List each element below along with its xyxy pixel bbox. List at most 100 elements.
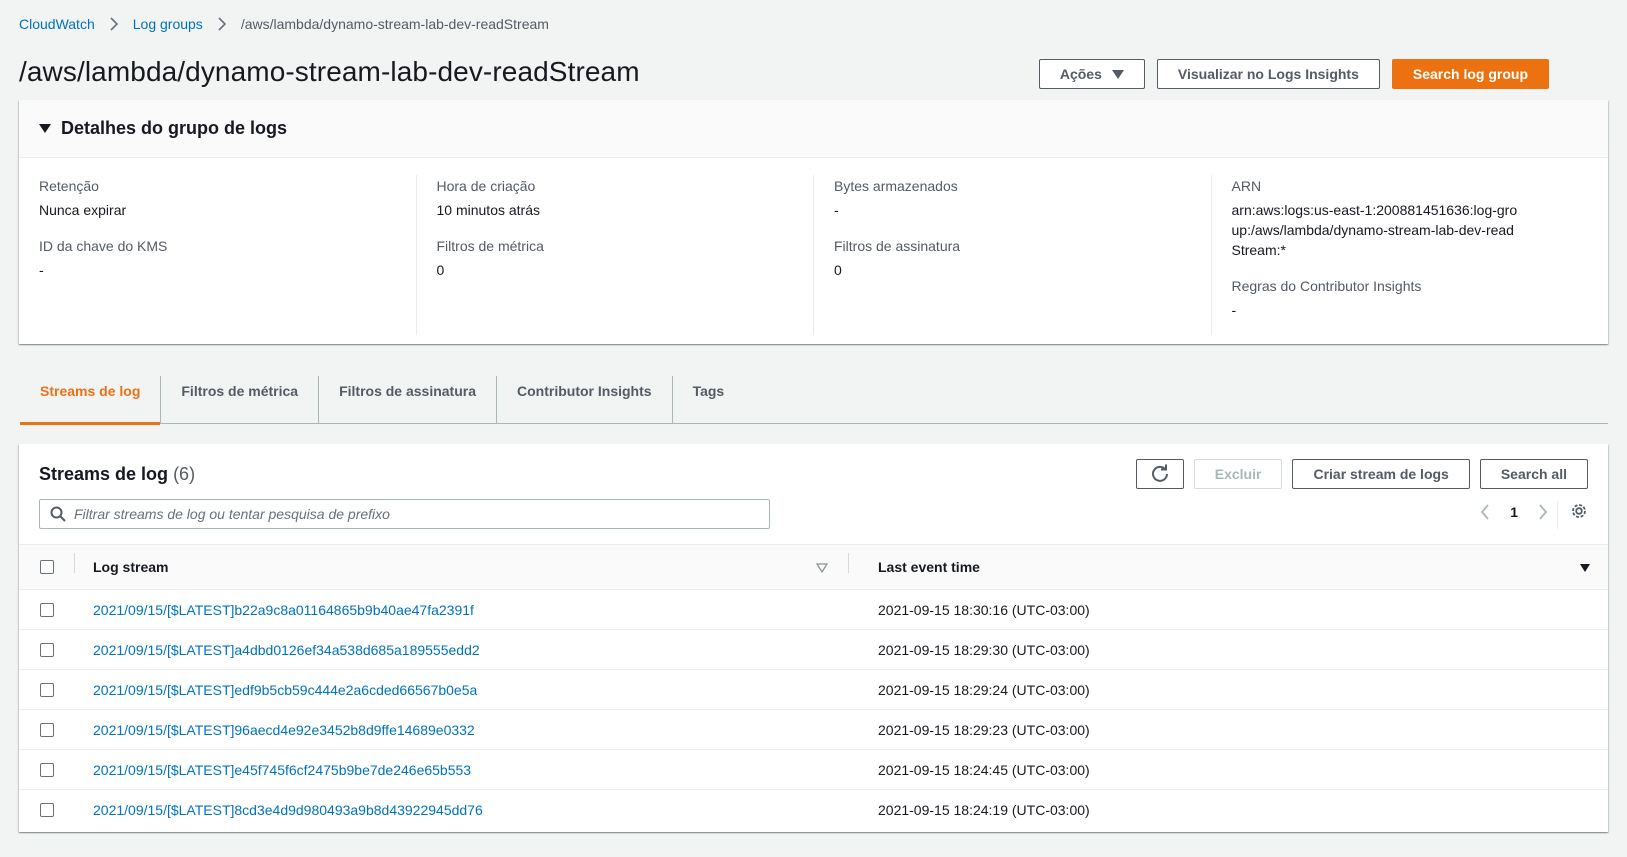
search-all-button[interactable]: Search all [1479,459,1588,489]
table-row[interactable]: 2021/09/15/[$LATEST]b22a9c8a01164865b9b4… [19,590,1608,630]
filter-streams-search[interactable] [39,499,770,529]
actions-dropdown-button[interactable]: Ações [1038,59,1145,89]
column-header-log-stream[interactable]: Log stream [74,553,848,575]
details-header[interactable]: Detalhes do grupo de logs [19,100,1608,158]
row-checkbox[interactable] [39,682,54,697]
page-title: /aws/lambda/dynamo-stream-lab-dev-readSt… [19,56,640,87]
last-event-time-cell: 2021-09-15 18:29:30 (UTC-03:00) [848,642,1608,658]
search-log-group-button[interactable]: Search log group [1391,59,1549,89]
divider [74,553,75,573]
last-event-time-cell: 2021-09-15 18:30:16 (UTC-03:00) [848,602,1608,618]
subscription-filters-value: 0 [834,262,842,278]
log-stream-link[interactable]: 2021/09/15/[$LATEST]e45f745f6cf2475b9be7… [93,762,471,778]
row-checkbox[interactable] [39,722,54,737]
row-select-cell [19,642,74,657]
arn-value: arn:aws:logs:us-east-1:200881451636:log-… [1231,202,1518,258]
subscription-filters-label: Filtros de assinatura [834,238,961,254]
row-select-cell [19,762,74,777]
subscription-filters-field: Filtros de assinatura 0 [834,235,1191,280]
tab-label: Filtros de métrica [181,383,299,399]
row-checkbox[interactable] [39,803,54,817]
last-event-time: 2021-09-15 18:24:45 (UTC-03:00) [878,761,1090,778]
table-row[interactable]: 2021/09/15/[$LATEST]a4dbd0126ef34a538d68… [19,630,1608,670]
log-stream-link[interactable]: 2021/09/15/[$LATEST]8cd3e4d9d980493a9b8d… [93,802,483,818]
last-event-time: 2021-09-15 18:24:19 (UTC-03:00) [878,802,1090,818]
tab-bar: Streams de log Filtros de métrica Filtro… [20,376,1608,425]
last-event-time-header-label: Last event time [878,559,980,575]
log-streams-panel: Streams de log (6) Excluir Criar stream … [19,444,1608,832]
table-row[interactable]: 2021/09/15/[$LATEST]8cd3e4d9d980493a9b8d… [19,790,1608,830]
table-row[interactable]: 2021/09/15/[$LATEST]edf9b5cb59c444e2a6cd… [19,670,1608,710]
arn-field: ARN arn:aws:logs:us-east-1:200881451636:… [1232,175,1589,260]
log-stream-cell: 2021/09/15/[$LATEST]edf9b5cb59c444e2a6cd… [74,682,848,698]
last-event-time: 2021-09-15 18:29:23 (UTC-03:00) [878,721,1090,738]
log-stream-link[interactable]: 2021/09/15/[$LATEST]96aecd4e92e3452b8d9f… [93,722,475,738]
log-group-details-panel: Detalhes do grupo de logs Retenção Nunca… [19,100,1608,344]
stored-bytes-field: Bytes armazenados - [834,175,1191,220]
details-column-4: ARN arn:aws:logs:us-east-1:200881451636:… [1210,175,1609,335]
kms-field: ID da chave do KMS - [39,235,396,280]
tab-log-streams[interactable]: Streams de log [20,376,162,425]
tab-tags[interactable]: Tags [673,376,745,424]
actions-label: Ações [1059,66,1102,82]
stored-bytes-label: Bytes armazenados [834,178,958,194]
header-actions: Ações Visualizar no Logs Insights Search… [1038,59,1549,89]
breadcrumb-log-groups[interactable]: Log groups [133,16,203,32]
filter-streams-input[interactable] [74,506,769,522]
table-row[interactable]: 2021/09/15/[$LATEST]96aecd4e92e3452b8d9f… [19,710,1608,750]
kms-label: ID da chave do KMS [39,238,168,254]
contributor-label: Regras do Contributor Insights [1231,278,1422,294]
details-title: Detalhes do grupo de logs [61,118,288,138]
select-all-cell [19,560,74,574]
table-row[interactable]: 2021/09/15/[$LATEST]e45f745f6cf2475b9be7… [19,750,1608,790]
tab-label: Contributor Insights [517,383,652,399]
select-all-checkbox[interactable] [39,560,54,574]
created-field: Hora de criação 10 minutos atrás [437,175,794,220]
tab-label: Tags [692,383,725,399]
streams-title-text: Streams de log [39,464,169,484]
row-checkbox[interactable] [39,642,54,657]
refresh-button[interactable] [1135,459,1184,489]
tab-label: Filtros de assinatura [339,383,477,399]
log-stream-link[interactable]: 2021/09/15/[$LATEST]b22a9c8a01164865b9b4… [93,602,474,618]
arn-label: ARN [1231,178,1262,194]
retention-field: Retenção Nunca expirar [39,175,396,220]
breadcrumb: CloudWatch Log groups /aws/lambda/dynamo… [19,15,549,33]
created-label: Hora de criação [436,178,536,194]
breadcrumb-current: /aws/lambda/dynamo-stream-lab-dev-readSt… [240,16,549,32]
logs-insights-button[interactable]: Visualizar no Logs Insights [1156,59,1380,89]
row-checkbox[interactable] [39,762,54,777]
create-log-stream-button[interactable]: Criar stream de logs [1292,459,1470,489]
streams-count: (6) [173,464,196,484]
breadcrumb-cloudwatch[interactable]: CloudWatch [19,16,95,32]
details-column-1: Retenção Nunca expirar ID da chave do KM… [19,175,416,335]
details-column-2: Hora de criação 10 minutos atrás Filtros… [415,175,814,335]
divider [848,553,849,573]
contributor-field: Regras do Contributor Insights - [1232,275,1589,320]
tab-label: Streams de log [40,383,141,399]
search-icon [50,506,66,522]
streams-title: Streams de log (6) [39,464,195,485]
tab-metric-filters[interactable]: Filtros de métrica [161,376,320,424]
tab-subscription-filters[interactable]: Filtros de assinatura [319,376,498,424]
retention-value: Nunca expirar [39,202,127,218]
log-stream-link[interactable]: 2021/09/15/[$LATEST]a4dbd0126ef34a538d68… [93,642,480,658]
created-value: 10 minutos atrás [436,202,541,218]
details-grid: Retenção Nunca expirar ID da chave do KM… [19,158,1608,335]
page-number[interactable]: 1 [1510,504,1518,520]
row-checkbox[interactable] [39,602,54,617]
caret-down-icon[interactable] [39,124,51,133]
chevron-right-icon[interactable] [1538,504,1548,520]
chevron-right-icon [217,17,227,31]
details-column-3: Bytes armazenados - Filtros de assinatur… [813,175,1211,335]
tab-contributor-insights[interactable]: Contributor Insights [497,376,673,424]
column-header-last-event-time[interactable]: Last event time [848,553,1608,575]
sort-icon[interactable] [816,563,828,573]
log-stream-link[interactable]: 2021/09/15/[$LATEST]edf9b5cb59c444e2a6cd… [93,682,477,698]
log-stream-cell: 2021/09/15/[$LATEST]8cd3e4d9d980493a9b8d… [74,802,848,818]
chevron-right-icon [109,17,119,31]
caret-down-icon[interactable] [1579,563,1591,573]
delete-button[interactable]: Excluir [1193,459,1283,489]
gear-icon[interactable] [1570,502,1588,520]
chevron-left-icon[interactable] [1480,504,1490,520]
